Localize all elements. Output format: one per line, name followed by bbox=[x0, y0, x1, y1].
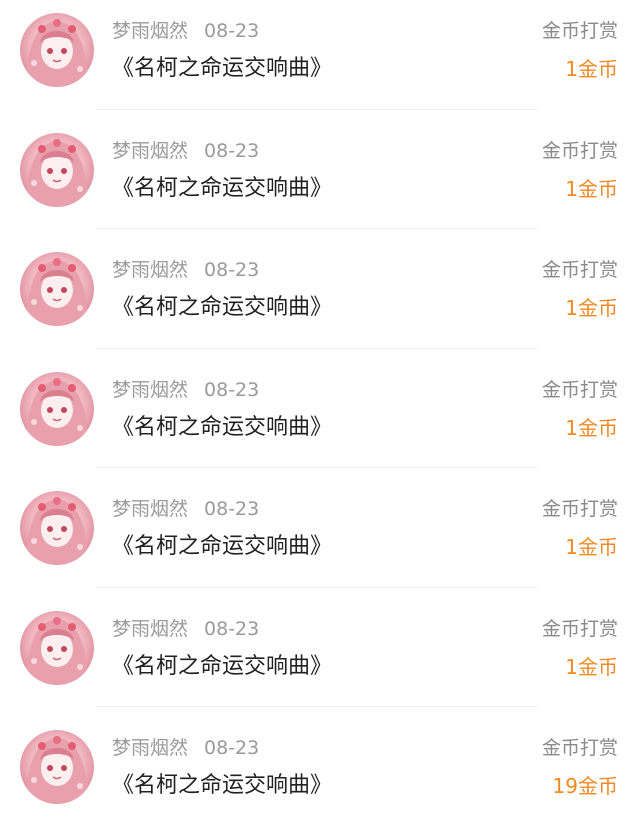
item-meta: 梦雨烟然 08-23 bbox=[112, 17, 259, 45]
date: 08-23 bbox=[204, 259, 260, 281]
reward-amount: 1金币 bbox=[565, 176, 618, 201]
avatar[interactable] bbox=[20, 730, 94, 804]
date: 08-23 bbox=[204, 498, 260, 520]
username[interactable]: 梦雨烟然 bbox=[112, 618, 188, 640]
list-item[interactable]: 梦雨烟然 08-23 《名柯之命运交响曲》 金币打赏 1金币 bbox=[0, 478, 640, 598]
book-title[interactable]: 《名柯之命运交响曲》 bbox=[112, 769, 332, 803]
book-title[interactable]: 《名柯之命运交响曲》 bbox=[112, 291, 332, 325]
avatar[interactable] bbox=[20, 491, 94, 565]
date: 08-23 bbox=[204, 617, 260, 640]
avatar[interactable] bbox=[20, 13, 94, 87]
book-title[interactable]: 《名柯之命运交响曲》 bbox=[112, 172, 332, 206]
avatar-image bbox=[20, 730, 94, 804]
list-item[interactable]: 梦雨烟然 08-23 《名柯之命运交响曲》 金币打赏 1金币 bbox=[0, 598, 640, 718]
book-title[interactable]: 《名柯之命运交响曲》 bbox=[112, 650, 332, 684]
avatar[interactable] bbox=[20, 610, 94, 685]
list-item[interactable]: 梦雨烟然 08-23 《名柯之命运交响曲》 金币打赏 1金币 bbox=[0, 0, 640, 120]
reward-amount: 1金币 bbox=[565, 57, 618, 81]
avatar-image bbox=[20, 132, 94, 207]
reward-type-label: 金币打赏 bbox=[541, 498, 618, 520]
book-title[interactable]: 《名柯之命运交响曲》 bbox=[112, 530, 332, 564]
item-meta: 梦雨烟然 08-23 bbox=[112, 376, 259, 404]
username[interactable]: 梦雨烟然 bbox=[112, 379, 188, 401]
avatar-image bbox=[20, 610, 94, 685]
date: 08-23 bbox=[204, 378, 260, 401]
username[interactable]: 梦雨烟然 bbox=[112, 20, 188, 42]
list-item[interactable]: 梦雨烟然 08-23 《名柯之命运交响曲》 金币打赏 1金币 bbox=[0, 120, 640, 240]
list-item[interactable]: 梦雨烟然 08-23 《名柯之命运交响曲》 金币打赏 1金币 bbox=[0, 359, 640, 479]
username[interactable]: 梦雨烟然 bbox=[112, 140, 188, 162]
divider bbox=[96, 586, 538, 588]
reward-type-label: 金币打赏 bbox=[541, 378, 618, 401]
book-title[interactable]: 《名柯之命运交响曲》 bbox=[112, 411, 332, 445]
reward-type-label: 金币打赏 bbox=[541, 737, 618, 759]
book-title[interactable]: 《名柯之命运交响曲》 bbox=[112, 52, 332, 86]
reward-amount: 1金币 bbox=[565, 296, 618, 320]
list-item[interactable]: 梦雨烟然 08-23 《名柯之命运交响曲》 金币打赏 1金币 bbox=[0, 239, 640, 359]
divider bbox=[96, 228, 538, 229]
reward-type-label: 金币打赏 bbox=[541, 139, 618, 162]
item-meta: 梦雨烟然 08-23 bbox=[112, 615, 259, 643]
divider bbox=[96, 706, 538, 707]
item-meta: 梦雨烟然 08-23 bbox=[112, 495, 259, 523]
reward-amount: 1金币 bbox=[565, 535, 618, 559]
reward-type-label: 金币打赏 bbox=[541, 259, 618, 281]
avatar[interactable] bbox=[20, 252, 94, 326]
username[interactable]: 梦雨烟然 bbox=[112, 498, 188, 520]
divider bbox=[96, 347, 538, 349]
avatar[interactable] bbox=[20, 132, 94, 207]
avatar-image bbox=[20, 371, 94, 446]
username[interactable]: 梦雨烟然 bbox=[112, 259, 188, 281]
username[interactable]: 梦雨烟然 bbox=[112, 737, 188, 759]
avatar-image bbox=[20, 13, 94, 87]
item-meta: 梦雨烟然 08-23 bbox=[112, 734, 259, 762]
item-meta: 梦雨烟然 08-23 bbox=[112, 137, 259, 165]
avatar-image bbox=[20, 491, 94, 565]
reward-list: 梦雨烟然 08-23 《名柯之命运交响曲》 金币打赏 1金币 梦雨烟然 08-2… bbox=[0, 0, 640, 822]
divider bbox=[96, 108, 538, 110]
reward-amount: 1金币 bbox=[565, 415, 618, 440]
reward-amount: 1金币 bbox=[565, 654, 618, 679]
list-item[interactable]: 梦雨烟然 08-23 《名柯之命运交响曲》 金币打赏 19金币 bbox=[0, 717, 640, 837]
date: 08-23 bbox=[204, 20, 260, 42]
reward-amount: 19金币 bbox=[552, 774, 618, 798]
avatar-image bbox=[20, 252, 94, 326]
reward-type-label: 金币打赏 bbox=[541, 20, 618, 42]
date: 08-23 bbox=[204, 737, 260, 759]
date: 08-23 bbox=[204, 139, 260, 162]
item-meta: 梦雨烟然 08-23 bbox=[112, 256, 259, 284]
avatar[interactable] bbox=[20, 371, 94, 446]
divider bbox=[96, 467, 538, 468]
reward-type-label: 金币打赏 bbox=[541, 617, 618, 640]
